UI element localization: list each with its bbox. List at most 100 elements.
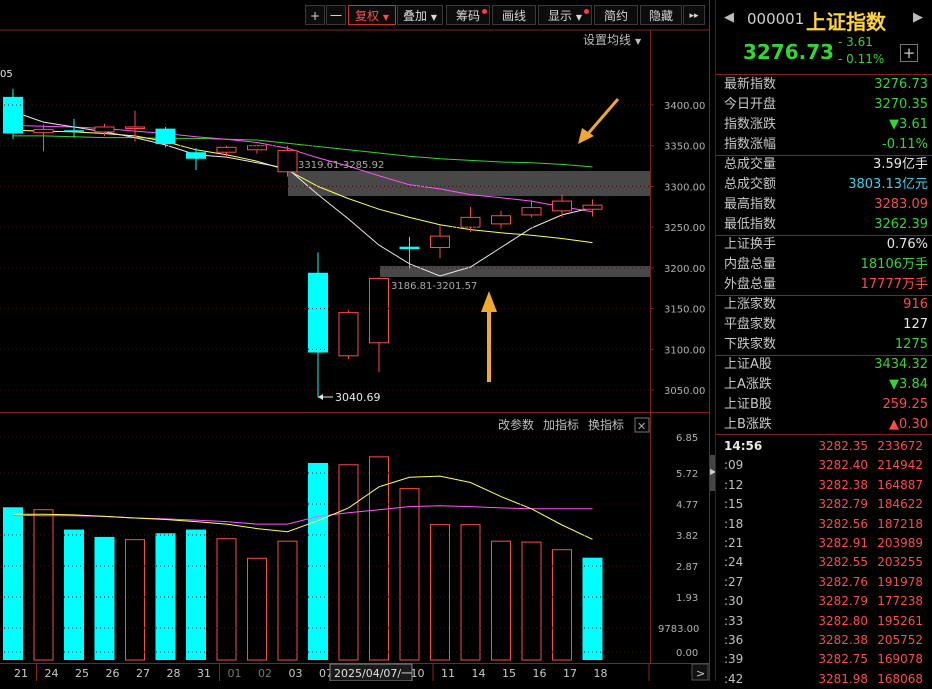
chouma-button[interactable]: 筹码 — [446, 5, 490, 25]
scroll-right-icon[interactable]: > — [696, 667, 705, 680]
kline-chart-svg[interactable]: 3400.00 3350.00 3300.00 3250.00 3200.00 3150.… — [0, 0, 710, 681]
tick-price: 3282.56 — [818, 516, 868, 531]
date-tick-label: 02 — [258, 667, 272, 680]
tick-time: :27 — [724, 574, 744, 589]
tick-volume: 205752 — [877, 633, 923, 647]
volume-bar-up — [521, 541, 542, 661]
kline-chart-area[interactable]: 3400.00 3350.00 3300.00 3250.00 3200.00 3150.… — [0, 0, 710, 681]
quote-label: 上A涨跌 — [724, 377, 772, 392]
tick-row: :15 3282.79 184622 — [716, 495, 932, 514]
quote-header: ◀ 000001 上证指数 ▶ 3276.73 - 3.61 - 0.11% + — [716, 0, 932, 74]
yincang-label: 隐藏 — [648, 9, 673, 23]
tick-volume: 164887 — [877, 477, 923, 492]
prev-stock-icon[interactable]: ◀ — [724, 10, 734, 25]
price-tick-label: 3350.00 — [664, 142, 705, 153]
diejia-dropdown[interactable]: 叠加 ▼ — [397, 5, 443, 25]
xianshi-dropdown[interactable]: 显示 ▼ — [538, 5, 592, 25]
tick-time: 14:56 — [724, 439, 763, 453]
ma-setting-link[interactable]: 设置均线 — [583, 33, 631, 47]
tick-price: 3282.38 — [818, 477, 868, 492]
quote-sidebar: ◀ 000001 上证指数 ▶ 3276.73 - 3.61 - 0.11% +… — [715, 0, 932, 686]
volume-tick-label: 5.72 — [676, 469, 698, 480]
jianyue-button[interactable]: 简约 — [594, 5, 638, 25]
price-tick-label: 3250.00 — [664, 223, 705, 234]
more-button[interactable]: ▸▸ — [683, 5, 705, 25]
quote-value: 3262.39 — [874, 217, 928, 232]
tick-row: :18 3282.56 187218 — [716, 515, 932, 534]
zoom-out-button[interactable]: 一 — [326, 5, 346, 25]
tick-row: :12 3282.38 164887 — [716, 476, 932, 495]
tick-volume: 191978 — [877, 574, 923, 589]
volume-bar-down — [308, 462, 328, 660]
price-tick-label: 3300.00 — [664, 182, 705, 193]
tick-time: :36 — [724, 633, 744, 647]
tick-list[interactable]: 14:56 3282.35 233672:09 3282.40 214942:12 328… — [716, 434, 932, 686]
quote-row: 最高指数 3283.09 — [716, 195, 932, 215]
candle-body-up — [552, 200, 572, 212]
tick-volume: 184622 — [877, 497, 923, 512]
date-tick-label: 10 — [411, 667, 425, 680]
quote-row: 平盘家数 127 — [716, 315, 932, 335]
quote-value: 127 — [903, 317, 928, 332]
huaxian-button[interactable]: 画线 — [492, 5, 536, 25]
volume-bar-up — [125, 539, 145, 661]
resistance-zone — [288, 171, 650, 196]
price-change-pct: - 0.11% — [838, 52, 885, 66]
stock-name: 上证指数 — [806, 10, 886, 34]
close-icon[interactable]: ✕ — [637, 420, 646, 433]
volume-bar-up — [491, 540, 511, 661]
quote-value: 916 — [903, 297, 928, 312]
date-tick-label: 26 — [106, 667, 120, 680]
quote-row: 内盘总量 18106万手 — [716, 255, 932, 275]
quote-label: 平盘家数 — [724, 317, 777, 332]
tick-time: :21 — [724, 536, 744, 550]
quote-value: 3803.13亿元 — [848, 177, 928, 192]
quote-value: 3434.32 — [874, 357, 928, 372]
quote-row: 总成交量 3.59亿手 — [716, 155, 932, 175]
tick-row: :30 3282.79 177238 — [716, 592, 932, 611]
add-watchlist-button[interactable]: + — [900, 44, 918, 62]
volume-bar-up — [277, 540, 298, 661]
date-tick-label: 18 — [594, 667, 608, 680]
tick-time: :33 — [724, 613, 744, 628]
candle-body-up — [460, 216, 481, 228]
price-tick-label: 3100.00 — [664, 345, 705, 356]
xianshi-label: 显示 — [548, 9, 573, 23]
candle-body-down — [64, 130, 84, 132]
candle-body-up — [582, 204, 603, 210]
tick-row: :24 3282.55 203255 — [716, 553, 932, 572]
quote-value: 3.59亿手 — [873, 157, 928, 172]
quote-row: 下跌家数 1275 — [716, 335, 932, 355]
gaicanshu-button[interactable]: 改参数 — [498, 417, 534, 432]
tick-price: 3282.76 — [818, 574, 868, 589]
candle-body-up — [521, 207, 542, 216]
price-tick-label: 3400.00 — [664, 101, 705, 112]
tick-volume: 169078 — [877, 652, 923, 667]
annotation-min-text: 3040.69 — [335, 391, 381, 404]
scroll-arrows[interactable]: > — [691, 663, 709, 681]
huanzhibiao-button[interactable]: 换指标 — [588, 417, 624, 432]
tick-row: :42 3281.98 168068 — [716, 670, 932, 689]
quote-label: 指数涨跌 — [724, 117, 777, 132]
quote-label: 上证A股 — [724, 357, 772, 372]
fuquan-dropdown[interactable]: 复权 ▼ — [348, 5, 396, 25]
tick-volume: 177238 — [877, 594, 923, 609]
volume-bar-up — [338, 464, 359, 661]
ma-setting-dropdown-icon[interactable]: ▼ — [635, 37, 642, 46]
candle-body-down — [3, 96, 23, 134]
tick-time: :18 — [724, 516, 744, 531]
candle-body-up — [125, 126, 145, 129]
volume-bar-up — [399, 488, 420, 661]
quote-label: 上涨家数 — [724, 297, 777, 312]
yincang-button[interactable]: 隐藏 — [640, 5, 682, 25]
quote-label: 内盘总量 — [724, 257, 777, 272]
quote-value: 1275 — [894, 337, 928, 352]
next-stock-icon[interactable]: ▶ — [913, 10, 923, 25]
quote-value: -0.11% — [882, 137, 928, 152]
tick-row: :39 3282.75 169078 — [716, 650, 932, 669]
jiazhibiao-button[interactable]: 加指标 — [543, 417, 579, 432]
candle-body-down — [186, 152, 206, 159]
zoom-in-button[interactable]: + — [305, 5, 325, 25]
tick-volume: 203255 — [877, 555, 923, 570]
quote-value: ▲0.30 — [889, 417, 928, 432]
